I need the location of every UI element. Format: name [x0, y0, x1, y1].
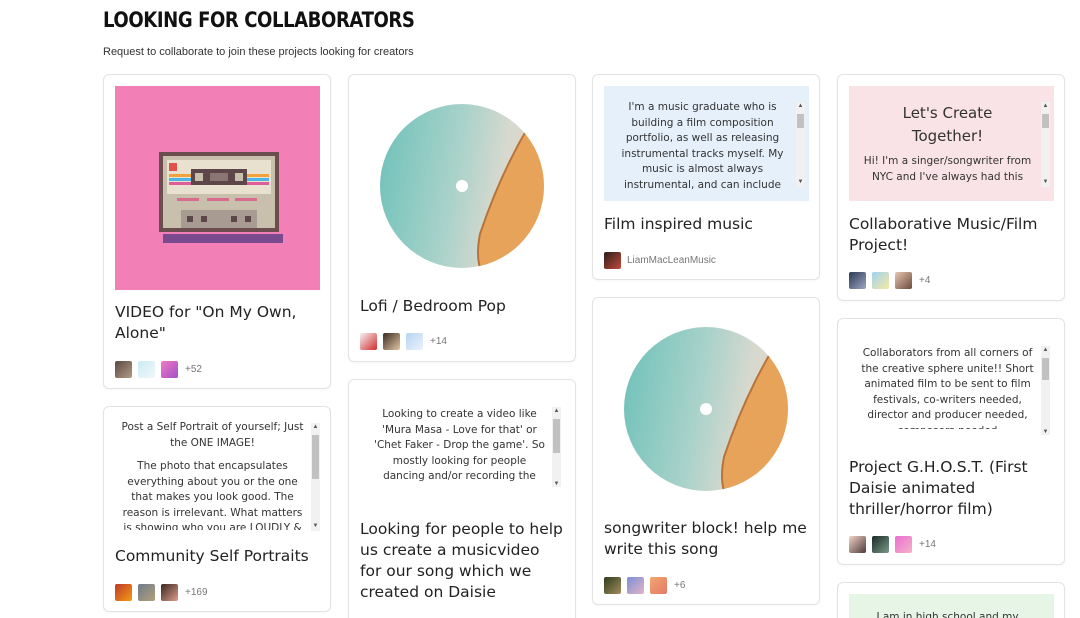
avatar[interactable]	[872, 535, 889, 553]
page-title: LOOKING FOR COLLABORATORS	[103, 8, 415, 32]
project-card-songwriter-block[interactable]: songwriter block! help me write this son…	[592, 297, 820, 605]
project-card-film-music[interactable]: I'm a music graduate who is building a f…	[592, 74, 820, 280]
scroll-up-icon[interactable]: ▲	[796, 102, 805, 111]
project-card-ghost[interactable]: Collaborators from all corners of the cr…	[837, 318, 1065, 565]
description-scrollbar[interactable]: ▲ ▼	[552, 407, 561, 487]
avatar[interactable]	[115, 360, 132, 378]
collaborator-avatars[interactable]: +14	[360, 332, 447, 350]
avatar[interactable]	[849, 271, 866, 289]
scroll-down-icon[interactable]: ▼	[796, 178, 805, 187]
avatar[interactable]	[627, 576, 644, 594]
avatar[interactable]	[360, 332, 377, 350]
scroll-thumb[interactable]	[797, 114, 804, 128]
project-title[interactable]: VIDEO for "On My Own, Alone"	[115, 302, 320, 344]
project-card-musicvideo[interactable]: Looking to create a video like 'Mura Mas…	[348, 379, 576, 618]
scroll-up-icon[interactable]: ▲	[552, 407, 561, 416]
more-collaborators-count[interactable]: +14	[430, 336, 447, 347]
project-description[interactable]: I'm a music graduate who is building a f…	[604, 86, 809, 201]
owner-name[interactable]: LiamMacLeanMusic	[627, 255, 716, 266]
description-text: Hi! I'm a singer/songwriter from NYC and…	[863, 155, 1032, 183]
description-text: I am in high school and my	[876, 611, 1019, 618]
avatar[interactable]	[895, 271, 912, 289]
scroll-up-icon[interactable]: ▲	[311, 423, 320, 432]
more-collaborators-count[interactable]: +14	[919, 539, 936, 550]
project-description[interactable]: Post a Self Portrait of yourself; Just t…	[115, 418, 320, 536]
project-description[interactable]: Collaborators from all corners of the cr…	[849, 330, 1054, 435]
description-heading: Let's Create Together!	[902, 104, 993, 145]
avatar[interactable]	[138, 360, 155, 378]
description-text: Post a Self Portrait of yourself; Just t…	[121, 421, 304, 449]
scroll-thumb[interactable]	[1042, 114, 1049, 128]
avatar[interactable]	[383, 332, 400, 350]
collaborator-avatars[interactable]: +6	[604, 576, 685, 594]
avatar[interactable]	[161, 360, 178, 378]
collaborator-avatars[interactable]: +4	[849, 271, 930, 289]
scroll-down-icon[interactable]: ▼	[311, 522, 320, 531]
project-owner[interactable]: LiamMacLeanMusic	[604, 251, 716, 269]
description-scrollbar[interactable]: ▲ ▼	[1041, 102, 1050, 187]
project-description[interactable]: I am in high school and my	[849, 594, 1054, 618]
avatar[interactable]	[895, 535, 912, 553]
scroll-thumb[interactable]	[553, 419, 560, 453]
project-description[interactable]: Looking to create a video like 'Mura Mas…	[360, 391, 565, 487]
cassette-tape-icon	[159, 152, 283, 243]
project-title[interactable]: Community Self Portraits	[115, 546, 320, 567]
project-title[interactable]: Project G.H.O.S.T. (First Daisie animate…	[849, 457, 1054, 520]
project-card-high-school[interactable]: I am in high school and my	[837, 582, 1065, 618]
vinyl-disc-icon	[380, 104, 544, 268]
more-collaborators-count[interactable]: +52	[185, 364, 202, 375]
description-scrollbar[interactable]: ▲ ▼	[796, 102, 805, 187]
scroll-thumb[interactable]	[1042, 358, 1049, 380]
more-collaborators-count[interactable]: +4	[919, 275, 930, 286]
cassette-artwork	[115, 86, 320, 290]
project-card-lofi[interactable]: Lofi / Bedroom Pop +14	[348, 74, 576, 362]
more-collaborators-count[interactable]: +169	[185, 587, 208, 598]
scroll-down-icon[interactable]: ▼	[1041, 428, 1050, 435]
more-collaborators-count[interactable]: +6	[674, 580, 685, 591]
collaborator-avatars[interactable]: +14	[849, 535, 936, 553]
page-subtitle: Request to collaborate to join these pro…	[103, 46, 414, 58]
avatar[interactable]	[604, 251, 621, 269]
project-title[interactable]: Collaborative Music/Film Project!	[849, 214, 1054, 256]
vinyl-disc-icon	[624, 327, 788, 491]
project-title[interactable]: songwriter block! help me write this son…	[604, 518, 809, 560]
avatar[interactable]	[115, 583, 132, 601]
project-title[interactable]: Lofi / Bedroom Pop	[360, 296, 565, 317]
avatar[interactable]	[604, 576, 621, 594]
scroll-thumb[interactable]	[312, 435, 319, 479]
avatar[interactable]	[872, 271, 889, 289]
project-card-self-portraits[interactable]: Post a Self Portrait of yourself; Just t…	[103, 406, 331, 612]
scroll-up-icon[interactable]: ▲	[1041, 102, 1050, 111]
description-scrollbar[interactable]: ▲ ▼	[311, 423, 320, 531]
description-text: The photo that encapsulates everything a…	[122, 460, 303, 530]
avatar[interactable]	[138, 583, 155, 601]
scroll-up-icon[interactable]: ▲	[1041, 346, 1050, 355]
avatar[interactable]	[161, 583, 178, 601]
scroll-down-icon[interactable]: ▼	[1041, 178, 1050, 187]
description-text: I'm a music graduate who is building a f…	[621, 101, 784, 191]
description-scrollbar[interactable]: ▲ ▼	[1041, 346, 1050, 435]
project-title[interactable]: Film inspired music	[604, 214, 809, 235]
collaborator-avatars[interactable]: +52	[115, 360, 202, 378]
project-card-collab-music-film[interactable]: Let's Create Together! Hi! I'm a singer/…	[837, 74, 1065, 301]
scroll-down-icon[interactable]: ▼	[552, 480, 561, 487]
collaborator-avatars[interactable]: +169	[115, 583, 208, 601]
avatar[interactable]	[650, 576, 667, 594]
avatar[interactable]	[406, 332, 423, 350]
avatar[interactable]	[849, 535, 866, 553]
project-card-video-on-my-own[interactable]: VIDEO for "On My Own, Alone" +52	[103, 74, 331, 389]
description-text: Looking to create a video like 'Mura Mas…	[374, 408, 545, 481]
description-text: Collaborators from all corners of the cr…	[861, 347, 1034, 429]
project-title[interactable]: Looking for people to help us create a m…	[360, 519, 565, 603]
project-description[interactable]: Let's Create Together! Hi! I'm a singer/…	[849, 86, 1054, 201]
